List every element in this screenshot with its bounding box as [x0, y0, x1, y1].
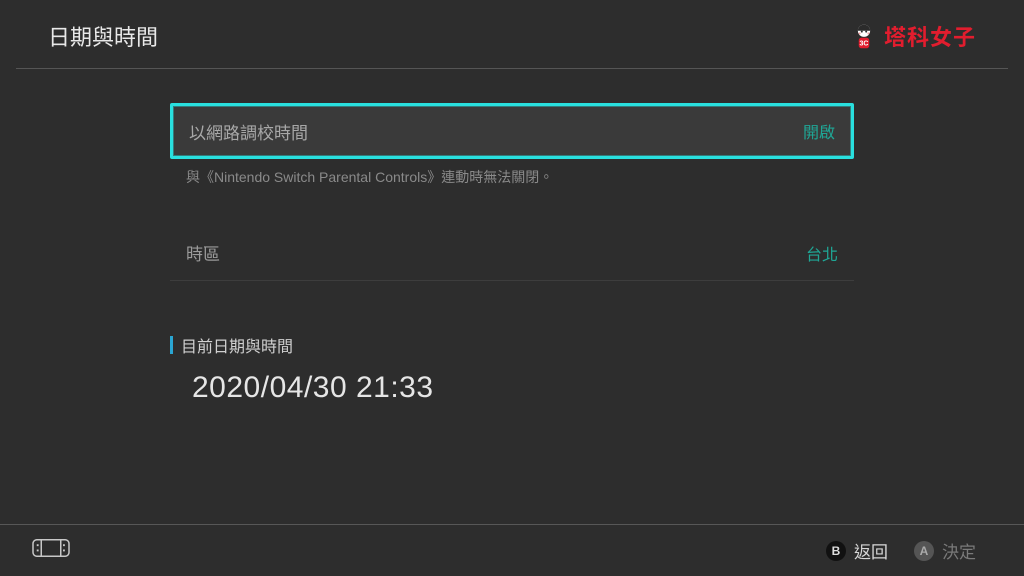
- b-button-icon: B: [826, 541, 846, 561]
- section-accent-bar: [170, 336, 173, 354]
- footer-confirm[interactable]: A 決定: [914, 538, 976, 563]
- brand-avatar-icon: 3C: [850, 22, 878, 50]
- footer-back[interactable]: B 返回: [826, 538, 888, 563]
- content: 以網路調校時間 開啟 與《Nintendo Switch Parental Co…: [0, 69, 1024, 405]
- footer-back-label: 返回: [854, 538, 888, 563]
- brand-text: 塔科女子: [884, 20, 976, 52]
- header: 日期與時間 3C 塔科女子: [0, 0, 1024, 68]
- row-sync-hint: 與《Nintendo Switch Parental Controls》連動時無…: [170, 159, 854, 187]
- a-button-icon: A: [914, 541, 934, 561]
- row-timezone-value: 台北: [806, 241, 838, 265]
- row-timezone[interactable]: 時區 台北: [170, 225, 854, 281]
- footer-bar: B 返回 A 決定: [0, 524, 1024, 576]
- page-title: 日期與時間: [48, 20, 158, 52]
- section-current-datetime: 目前日期與時間: [170, 333, 854, 371]
- row-timezone-label: 時區: [186, 240, 220, 265]
- row-sync-label: 以網路調校時間: [189, 119, 308, 144]
- footer-confirm-label: 決定: [942, 538, 976, 563]
- section-current-title: 目前日期與時間: [181, 333, 293, 357]
- footer-actions: B 返回 A 決定: [826, 538, 976, 563]
- brand-logo: 3C 塔科女子: [850, 20, 976, 52]
- row-sync-value: 開啟: [803, 119, 835, 143]
- svg-text:3C: 3C: [860, 41, 869, 48]
- row-sync-time[interactable]: 以網路調校時間 開啟: [170, 103, 854, 159]
- controller-icon: [32, 539, 70, 562]
- current-datetime-value: 2020/04/30 21:33: [170, 371, 854, 405]
